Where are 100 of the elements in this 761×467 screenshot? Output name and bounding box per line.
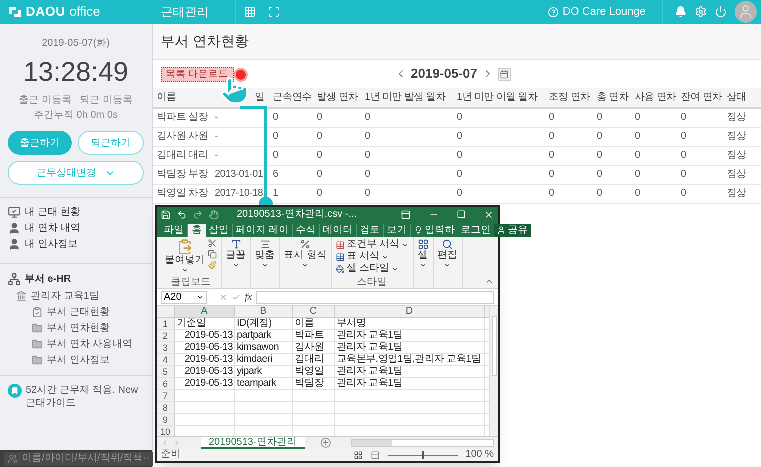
current-date: 2019-05-07 [411,65,478,84]
row-number[interactable]: 10 [157,426,175,436]
table-cell: 0 [597,188,602,199]
notification-icon[interactable] [675,6,687,18]
normal-view-icon[interactable] [354,450,363,460]
row-number[interactable]: 5 [157,366,175,377]
spreadsheet-cell: yipark [237,366,262,377]
table-cell: 0 [317,131,322,142]
undo-icon[interactable] [177,210,187,220]
ribbon-command[interactable]: 셀 [418,239,429,269]
tree-item[interactable]: 부서 인사정보 [16,354,144,367]
ribbon-tab[interactable]: 홈 [188,224,206,237]
share-button[interactable]: 공유 [494,224,531,237]
table-cell: 박팀장 부장 [157,169,208,180]
column-header: 상태 [727,92,746,103]
row-number[interactable]: 3 [157,342,175,353]
clock-in-status: 출근 미등록 [19,94,72,108]
sheet-tab[interactable]: 20190513-연차관리 [201,437,305,449]
calendar-icon[interactable] [498,68,510,80]
notice-link[interactable]: 52시간 근무제 적용. New 근태가이드 [26,384,144,410]
tree-item[interactable]: 부서 연차현황 [16,322,144,335]
table-icon [336,240,345,250]
copy-icon[interactable] [208,250,217,259]
vertical-scrollbar[interactable] [489,306,498,436]
row-number[interactable]: 6 [157,378,175,389]
clipboard-icon [32,307,43,318]
table-cell: 정상 [727,188,746,199]
add-sheet-icon[interactable] [320,438,331,448]
download-button[interactable]: 목록 다운로드 [161,66,234,82]
tell-me-field[interactable]: 입력하 [410,224,458,237]
ribbon-command[interactable]: 셀 스타일 [336,263,409,275]
next-sheet-icon[interactable] [173,439,181,447]
ribbon-command[interactable]: 글꼴 [226,239,246,269]
zoom-slider[interactable] [388,451,458,459]
help-icon [548,6,559,18]
menu-item[interactable]: 내 연차 내역 [8,222,144,235]
spreadsheet-cell: 2019-05-13 [184,354,233,365]
table-cell: - [215,150,218,161]
spreadsheet-cell: 관리자 교육1팀 [337,342,403,353]
table-cell: 0 [457,169,462,180]
column-header: 일 [255,92,265,103]
column-header: 근속연수 [273,92,312,103]
maximize-icon[interactable] [457,210,466,219]
spreadsheet-cell: ID(계정) [237,318,272,329]
fullscreen-icon[interactable] [268,6,280,18]
enter-icon[interactable] [232,292,241,302]
align-icon [260,239,270,250]
settings-icon[interactable] [695,6,707,18]
spreadsheet-cell: 김사원 [295,342,324,353]
tree-item[interactable]: 관리자 교육1팀 [16,290,144,303]
column-header: 사용 연차 [635,92,676,103]
row-number[interactable]: 4 [157,354,175,365]
ribbon-command[interactable]: 편집 [438,239,458,269]
column-heading[interactable]: B [235,306,293,317]
ribbon-command[interactable]: 표시 형식 [284,239,327,269]
spreadsheet-cell: 관리자 교육1팀 [337,366,403,377]
cancel-icon[interactable] [219,292,228,302]
search-field[interactable]: 이름/아이디/부서/직위/직책··· [4,452,154,466]
table-cell: 0 [365,150,370,161]
ribbon-command[interactable]: 맞춤 [255,239,275,269]
sign-in-link[interactable]: 로그인 [458,224,494,237]
row-number[interactable]: 7 [157,390,175,401]
tree-item[interactable]: 부서 연차 사용내역 [16,338,144,351]
column-header: 조정 연차 [549,92,590,103]
avatar[interactable] [735,1,757,23]
section-title: 부서 e-HR [25,273,72,287]
column-heading[interactable]: A [175,306,235,317]
ribbon-command[interactable]: 붙여넣기 [165,239,205,274]
column-heading[interactable]: D [335,306,485,317]
row-number[interactable]: 8 [157,402,175,413]
ribbon-command[interactable]: 표 서식 [336,251,409,263]
cut-icon[interactable] [208,239,217,248]
format-painter-icon[interactable] [208,261,217,270]
save-icon[interactable] [161,210,171,220]
ribbon-command[interactable]: 조건부 서식 [336,239,409,251]
previous-sheet-icon[interactable] [161,439,169,447]
column-heading[interactable]: C [293,306,335,317]
menu-item[interactable]: 내 인사정보 [8,238,144,251]
tree-item[interactable]: 부서 근태현황 [16,306,144,319]
close-icon[interactable] [484,210,494,220]
table-cell: 0 [365,131,370,142]
apps-grid-icon[interactable] [244,6,256,18]
power-icon[interactable] [715,6,727,18]
table-cell: 0 [365,112,370,124]
formula-bar[interactable] [256,290,494,304]
ribbon-options-icon[interactable] [401,210,411,220]
row-number[interactable]: 1 [157,318,175,329]
menu-item[interactable]: 내 근태 현황 [8,206,144,219]
page-layout-icon[interactable] [370,450,380,460]
name-box[interactable]: A20 [161,290,207,304]
zoom-slider-thumb[interactable] [422,451,424,459]
row-number[interactable]: 2 [157,330,175,341]
collapse-ribbon-icon[interactable] [485,277,494,286]
function-label[interactable]: fx [245,290,252,304]
row-number[interactable]: 9 [157,414,175,425]
table-cell: 0 [273,131,278,142]
folder-icon [32,339,43,350]
spreadsheet-cell: 관리자 교육1팀 [337,330,403,341]
horizontal-scrollbar[interactable] [350,439,494,447]
caret-icon [232,262,240,269]
